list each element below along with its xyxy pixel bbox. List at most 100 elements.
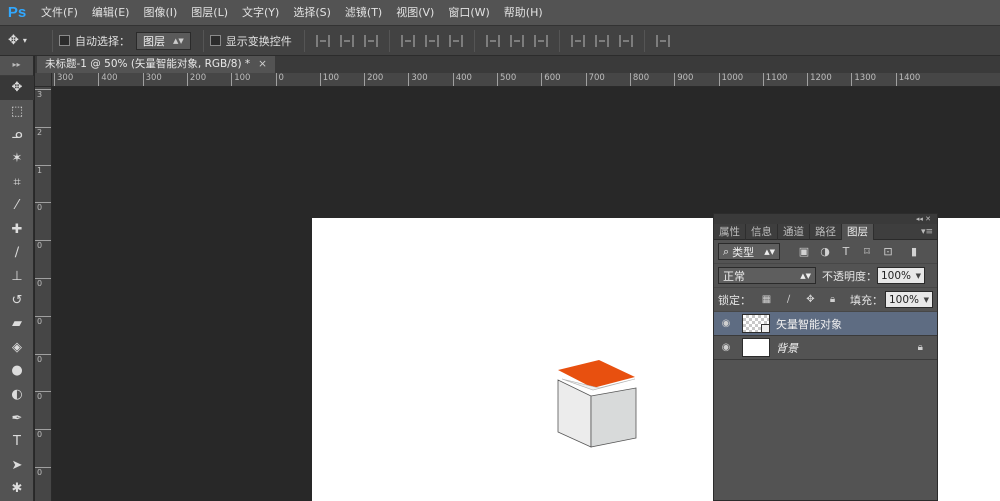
fill-field[interactable]: 100% ▼: [885, 291, 933, 308]
eyedropper-tool-icon[interactable]: ⁄: [0, 194, 34, 218]
lock-all-icon[interactable]: 🔒︎: [826, 294, 839, 306]
eye-icon[interactable]: ◉: [714, 318, 738, 329]
panel-collapse-icon[interactable]: ◂◂ ✕: [714, 214, 937, 224]
history-brush-tool-icon[interactable]: ↺: [0, 288, 34, 312]
distribute-hcenter-icon[interactable]: [594, 34, 609, 47]
tab-paths[interactable]: 路径: [810, 224, 842, 240]
marquee-tool-icon[interactable]: ⬚: [0, 100, 34, 124]
filter-smart-object-icon[interactable]: ⊡: [882, 245, 894, 258]
distribute-left-icon[interactable]: [570, 34, 585, 47]
menu-edit[interactable]: 编辑(E): [85, 0, 137, 25]
menu-view[interactable]: 视图(V): [389, 0, 441, 25]
vector-smart-object-artwork[interactable]: [557, 360, 639, 450]
menu-type[interactable]: 文字(Y): [235, 0, 286, 25]
ruler-tick-label: 800: [629, 73, 649, 86]
panel-menu-icon[interactable]: ▾≡: [921, 224, 937, 239]
filter-pixel-icon[interactable]: ▣: [798, 245, 810, 258]
vertical-ruler[interactable]: 3 2 1 0 0 0 0 0 0 0 0: [35, 73, 52, 501]
move-tool-icon[interactable]: ✥: [0, 76, 34, 100]
show-transform-checkbox[interactable]: [209, 35, 221, 46]
options-bar: ✥ ▾ 自动选择： 图层 ▲▼ 显示变换控件: [0, 25, 1000, 56]
ruler-tick-label: 300: [408, 73, 428, 86]
tab-layers[interactable]: 图层: [842, 224, 874, 240]
ruler-tick-label: 3: [35, 89, 51, 99]
align-vcenter-icon[interactable]: [339, 34, 354, 47]
tab-info[interactable]: 信息: [746, 224, 778, 240]
path-selection-tool-icon[interactable]: ➤: [0, 454, 34, 478]
distribute-top-icon[interactable]: [485, 34, 500, 47]
auto-align-icon[interactable]: [655, 34, 670, 47]
cube-right-face: [590, 387, 637, 448]
tab-properties[interactable]: 属性: [714, 224, 746, 240]
opacity-field[interactable]: 100% ▼: [877, 267, 925, 284]
filter-toggle-icon[interactable]: ▮: [908, 245, 920, 258]
cube-top-face: [558, 360, 635, 388]
align-bottom-icon[interactable]: [363, 34, 378, 47]
ruler-origin[interactable]: [35, 73, 52, 87]
document-tab[interactable]: 未标题-1 @ 50% (矢量智能对象, RGB/8) * ×: [37, 56, 275, 73]
lock-transparent-icon[interactable]: ▦: [760, 294, 773, 306]
ruler-tick-label: 400: [98, 73, 118, 86]
fill-value: 100%: [889, 293, 920, 306]
chevron-down-icon: ▾: [22, 36, 27, 45]
layer-name: 矢量智能对象: [776, 317, 842, 331]
eye-icon[interactable]: ◉: [714, 342, 738, 353]
menu-filter[interactable]: 滤镜(T): [338, 0, 389, 25]
menu-image[interactable]: 图像(I): [136, 0, 184, 25]
pen-tool-icon[interactable]: ✒: [0, 406, 34, 430]
align-left-icon[interactable]: [400, 34, 415, 47]
ruler-tick-label: 0: [35, 353, 51, 364]
filter-type-dropdown[interactable]: ⌕ 类型 ▲▼: [718, 243, 780, 260]
paint-bucket-tool-icon[interactable]: ◈: [0, 336, 34, 360]
ruler-tick-label: 600: [541, 73, 561, 86]
tab-channels[interactable]: 通道: [778, 224, 810, 240]
ruler-tick-label: 0: [35, 202, 51, 212]
ruler-tick-label: 1: [35, 164, 51, 175]
horizontal-ruler[interactable]: 300 400 300 200 100 0 100 200 300 400 500 600 700 800…: [52, 73, 1000, 87]
align-hcenter-icon[interactable]: [424, 34, 439, 47]
lock-position-icon[interactable]: ✥: [804, 294, 817, 306]
photoshop-logo: Ps: [7, 4, 27, 21]
magic-wand-tool-icon[interactable]: ✶: [0, 147, 34, 171]
clone-stamp-tool-icon[interactable]: ⊥: [0, 265, 34, 289]
search-icon: ⌕: [723, 244, 730, 258]
tool-preset-picker[interactable]: ✥ ▾: [8, 30, 46, 52]
layer-row-smart-object[interactable]: ◉ 矢量智能对象: [714, 312, 937, 336]
type-tool-icon[interactable]: T: [0, 430, 34, 454]
distribute-bottom-icon[interactable]: [533, 34, 548, 47]
menu-select[interactable]: 选择(S): [286, 0, 338, 25]
toolbox-collapse-icon[interactable]: ▸▸: [0, 56, 33, 76]
eraser-tool-icon[interactable]: ▰: [0, 312, 34, 336]
ruler-tick-label: 300: [54, 73, 73, 86]
brush-tool-icon[interactable]: ∕: [0, 241, 34, 265]
lasso-tool-icon[interactable]: ᓄ: [0, 123, 34, 147]
blend-mode-dropdown[interactable]: 正常 ▲▼: [718, 267, 816, 284]
distribute-right-icon[interactable]: [618, 34, 633, 47]
align-right-icon[interactable]: [448, 34, 463, 47]
filter-type-icon[interactable]: T: [840, 245, 852, 258]
align-top-icon[interactable]: [315, 34, 330, 47]
menu-window[interactable]: 窗口(W): [441, 0, 496, 25]
close-icon[interactable]: ×: [258, 58, 267, 70]
layer-row-background[interactable]: ◉ 背景 🔒︎: [714, 336, 937, 360]
menu-help[interactable]: 帮助(H): [497, 0, 550, 25]
menu-layer[interactable]: 图层(L): [184, 0, 235, 25]
crop-tool-icon[interactable]: ⌗: [0, 170, 34, 194]
divider: [388, 29, 390, 52]
filter-adjustment-icon[interactable]: ◑: [819, 245, 831, 258]
custom-shape-tool-icon[interactable]: ✱: [0, 477, 34, 501]
blend-opacity-row: 正常 ▲▼ 不透明度： 100% ▼: [714, 264, 937, 288]
dodge-tool-icon[interactable]: ◐: [0, 383, 34, 407]
healing-brush-tool-icon[interactable]: ✚: [0, 218, 34, 242]
distribute-vcenter-icon[interactable]: [509, 34, 524, 47]
menu-file[interactable]: 文件(F): [34, 0, 85, 25]
auto-select-dropdown[interactable]: 图层 ▲▼: [136, 31, 191, 50]
blur-tool-icon[interactable]: ●: [0, 359, 34, 383]
auto-select-checkbox[interactable]: [59, 35, 70, 46]
ruler-tick-label: 1400: [895, 73, 920, 86]
divider: [473, 29, 475, 52]
ruler-tick-label: 1100: [762, 73, 787, 86]
lock-pixels-icon[interactable]: ∕: [782, 294, 795, 306]
filter-shape-icon[interactable]: ⌑: [861, 245, 873, 258]
ruler-tick-label: 0: [35, 391, 51, 401]
